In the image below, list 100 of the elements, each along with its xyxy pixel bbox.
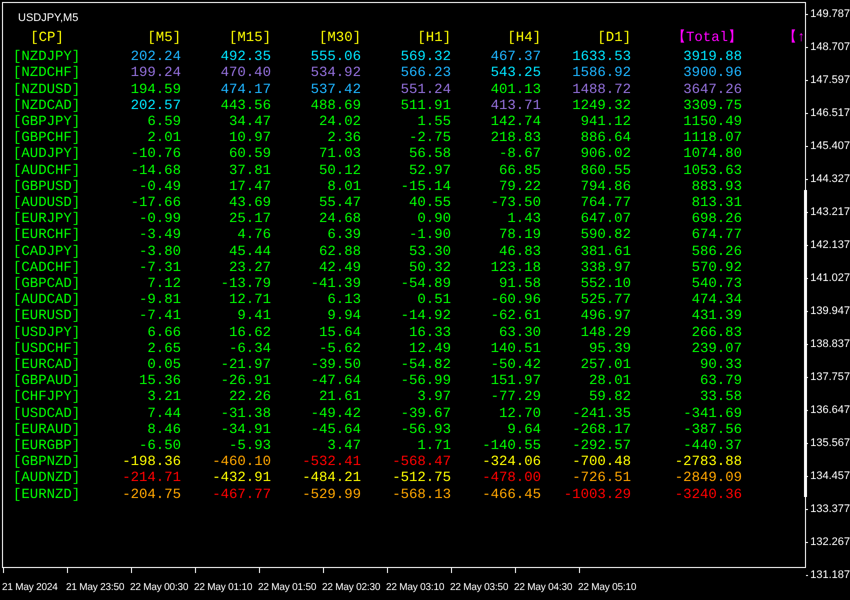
time-label: 22 May 00:30 (130, 581, 190, 594)
table-cell: -8.67 (498, 146, 541, 162)
table-cell: 525.77 (580, 292, 631, 308)
table-cell: 2.01 (147, 130, 181, 146)
time-label: 22 May 01:10 (194, 581, 254, 594)
table-cell: 21.61 (318, 389, 361, 406)
table-cell: -2.75 (408, 130, 451, 146)
price-label: 149.787 (810, 7, 850, 22)
table-cell: -700.48 (572, 454, 631, 470)
table-cell: 78.19 (498, 227, 541, 244)
table-cell: 941.12 (580, 114, 631, 130)
table-cell: 586.26 (692, 244, 742, 260)
table-cell: 1633.53 (572, 49, 631, 66)
table-cell: 151.97 (490, 373, 541, 390)
table-cell: -26.91 (220, 373, 271, 390)
table-cell: 496.97 (580, 308, 631, 324)
table-cell: 3309.75 (683, 98, 742, 114)
table-cell: 95.39 (588, 340, 631, 357)
table-cell: 698.26 (692, 211, 742, 228)
table-cell: 413.71 (490, 98, 541, 114)
table-cell: -56.99 (400, 373, 451, 390)
pair-label: [NZDUSD] (13, 82, 80, 98)
time-label: 22 May 01:50 (258, 581, 318, 594)
table-cell: 79.22 (498, 178, 541, 195)
pair-label: [EURGBP] (13, 438, 80, 454)
time-label: 22 May 04:30 (514, 581, 574, 594)
table-cell: -460.10 (212, 454, 271, 470)
table-cell: -34.91 (220, 422, 271, 438)
price-label: 135.567 (810, 436, 850, 452)
table-cell: -77.29 (490, 389, 541, 406)
table-cell: -466.45 (482, 486, 541, 503)
table-cell: 218.83 (490, 130, 541, 146)
pair-label: [EURUSD] (13, 308, 80, 324)
table-cell: 552.10 (580, 276, 631, 292)
pair-label: [AUDJPY] (13, 146, 80, 162)
table-cell: 24.02 (318, 114, 361, 130)
column-header: [CP] (30, 30, 64, 46)
table-cell: 239.07 (692, 340, 742, 357)
column-header: 【Total】 (672, 30, 742, 46)
pair-label: [AUDCHF] (13, 162, 80, 179)
column-header: [M15] (228, 30, 271, 46)
table-cell: 194.59 (130, 82, 181, 98)
price-label: 142.137 (810, 238, 850, 254)
pair-label: [EURCHF] (13, 227, 80, 244)
table-cell: 674.77 (692, 227, 742, 244)
table-cell: 45.44 (228, 244, 271, 260)
table-cell: 10.97 (228, 130, 271, 146)
price-label: 143.217 (810, 205, 850, 220)
table-cell: -1003.29 (564, 486, 631, 503)
table-cell: 55.47 (318, 195, 361, 212)
table-cell: 46.83 (498, 244, 541, 260)
table-cell: -39.50 (310, 357, 361, 374)
table-cell: 142.74 (490, 114, 541, 130)
table-cell: 1.55 (417, 114, 451, 130)
table-cell: -41.39 (310, 276, 361, 292)
table-cell: -7.41 (138, 308, 181, 324)
table-cell: -45.64 (310, 422, 361, 438)
table-cell: 540.73 (692, 276, 742, 292)
pair-label: [EURCAD] (13, 357, 80, 374)
table-cell: -17.66 (130, 195, 181, 212)
table-cell: -440.37 (683, 438, 742, 454)
table-cell: 883.93 (692, 178, 742, 195)
table-cell: -6.50 (138, 438, 181, 454)
table-cell: -532.41 (302, 454, 361, 470)
table-cell: -432.91 (212, 470, 271, 486)
table-cell: -529.99 (302, 486, 361, 503)
table-cell: -31.38 (220, 406, 271, 422)
table-cell: 43.69 (228, 195, 271, 212)
table-cell: 474.17 (220, 82, 271, 98)
table-cell: 6.66 (147, 324, 181, 341)
pair-label: [GBPAUD] (13, 373, 80, 390)
table-cell: -3240.36 (674, 486, 742, 503)
table-cell: -9.81 (138, 292, 181, 308)
table-cell: -324.06 (482, 454, 541, 470)
table-cell: -467.77 (212, 486, 271, 503)
table-cell: 9.41 (237, 308, 271, 324)
table-cell: 2.36 (327, 130, 361, 146)
price-label: 145.407 (810, 139, 850, 154)
time-label: 21 May 2024 (2, 581, 59, 594)
price-label: 146.517 (810, 106, 850, 122)
time-label: 22 May 05:10 (578, 581, 638, 594)
table-cell: 381.61 (580, 244, 631, 260)
pair-label: [NZDCHF] (13, 65, 80, 82)
table-cell: -50.42 (490, 357, 541, 374)
table-cell: 860.55 (580, 162, 631, 179)
pair-label: [EURJPY] (13, 211, 80, 228)
table-cell: -56.93 (400, 422, 451, 438)
table-cell: 0.90 (417, 211, 451, 228)
table-cell: 886.64 (580, 130, 631, 146)
time-label: 21 May 23:50 (66, 581, 126, 594)
table-cell: -726.51 (572, 470, 631, 486)
table-cell: 3647.26 (683, 82, 742, 98)
table-cell: -568.47 (392, 454, 451, 470)
table-cell: 40.55 (408, 195, 451, 212)
table-cell: -60.96 (490, 292, 541, 308)
price-label: 131.187 (810, 568, 850, 584)
table-cell: -341.69 (683, 406, 742, 422)
column-header: [D1] (597, 30, 631, 46)
table-cell: -7.31 (138, 260, 181, 276)
column-header: [M30] (318, 30, 361, 46)
